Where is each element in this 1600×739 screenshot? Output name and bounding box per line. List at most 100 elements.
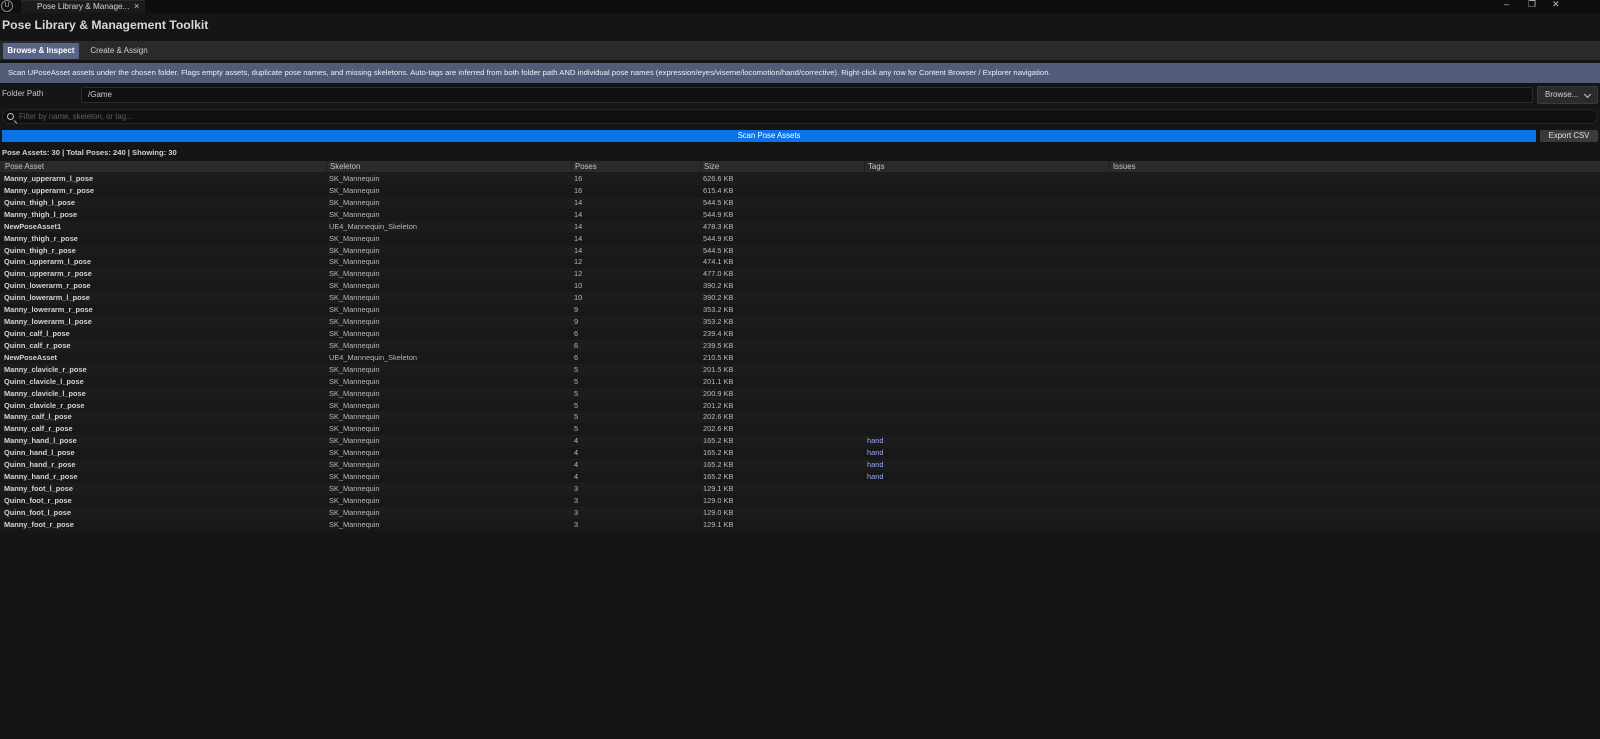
column-header-poses[interactable]: Poses bbox=[571, 161, 700, 173]
pose-count: 10 bbox=[574, 281, 583, 291]
pose-asset-name: Quinn_lowerarm_r_pose bbox=[4, 281, 91, 291]
pose-count: 5 bbox=[574, 364, 579, 374]
asset-size: 390.2 KB bbox=[703, 293, 734, 303]
table-row[interactable]: Quinn_thigh_l_pose SK_Mannequin 14 544.5 KB bbox=[0, 196, 1600, 209]
table-row[interactable]: Manny_lowerarm_l_pose SK_Mannequin 9 353.2 … bbox=[0, 316, 1600, 328]
pose-count: 4 bbox=[574, 460, 579, 470]
table-row[interactable]: Manny_lowerarm_r_pose SK_Mannequin 9 353.2 … bbox=[0, 304, 1600, 317]
table-row[interactable]: Manny_calf_l_pose SK_Mannequin 5 202.6 KB bbox=[0, 411, 1600, 424]
asset-size: 165.2 KB bbox=[703, 472, 734, 482]
table-row[interactable]: Manny_upperarm_r_pose SK_Mannequin 16 615.4… bbox=[0, 184, 1600, 197]
editor-tab[interactable]: Pose Library & Manage... × bbox=[21, 0, 145, 13]
table-row[interactable]: Manny_upperarm_l_pose SK_Mannequin 16 626.6… bbox=[0, 173, 1600, 185]
issues-cell bbox=[1109, 316, 1600, 328]
asset-size: 165.2 KB bbox=[703, 460, 734, 470]
table-row[interactable]: Manny_foot_l_pose SK_Mannequin 3 129.1 KB bbox=[0, 482, 1600, 495]
pose-count: 10 bbox=[574, 293, 583, 303]
pose-count: 3 bbox=[574, 495, 579, 505]
table-row[interactable]: Manny_thigh_l_pose SK_Mannequin 14 544.9 KB bbox=[0, 208, 1600, 221]
table-row[interactable]: Quinn_hand_l_pose SK_Mannequin 4 165.2 KB ha… bbox=[0, 447, 1600, 460]
table-row[interactable]: Quinn_clavicle_l_pose SK_Mannequin 5 201.1 … bbox=[0, 375, 1600, 388]
table-row[interactable]: Quinn_upperarm_l_pose SK_Mannequin 12 474.1… bbox=[0, 256, 1600, 269]
skeleton-name: SK_Mannequin bbox=[329, 185, 380, 195]
tag-label: hand bbox=[867, 436, 884, 446]
issues-cell bbox=[1109, 435, 1600, 447]
column-header-pose-asset[interactable]: Pose Asset bbox=[1, 161, 326, 173]
table-row[interactable]: Manny_thigh_r_pose SK_Mannequin 14 544.9 KB bbox=[0, 232, 1600, 245]
close-icon[interactable]: ✕ bbox=[1552, 0, 1560, 10]
asset-size: 474.1 KB bbox=[703, 257, 734, 267]
tab-browse-inspect[interactable]: Browse & Inspect bbox=[3, 43, 79, 59]
skeleton-name: SK_Mannequin bbox=[329, 257, 380, 267]
minimize-icon[interactable]: – bbox=[1504, 0, 1509, 9]
asset-size: 353.2 KB bbox=[703, 305, 734, 315]
asset-size: 201.5 KB bbox=[703, 364, 734, 374]
table-row[interactable]: Quinn_lowerarm_l_pose SK_Mannequin 10 390.2… bbox=[0, 292, 1600, 305]
table-row[interactable]: Quinn_foot_l_pose SK_Mannequin 3 129.0 KB bbox=[0, 506, 1600, 519]
skeleton-name: SK_Mannequin bbox=[329, 436, 380, 446]
pose-count: 5 bbox=[574, 424, 579, 434]
table-row[interactable]: Quinn_lowerarm_r_pose SK_Mannequin 10 390.2… bbox=[0, 280, 1600, 293]
pose-asset-name: Manny_lowerarm_r_pose bbox=[4, 305, 93, 315]
issues-cell bbox=[1109, 173, 1600, 185]
tab-close-icon[interactable]: × bbox=[134, 1, 139, 11]
folder-path-field[interactable]: /Game bbox=[81, 87, 1533, 103]
asset-size: 201.1 KB bbox=[703, 376, 734, 386]
skeleton-name: SK_Mannequin bbox=[329, 293, 380, 303]
asset-size: 615.4 KB bbox=[703, 185, 734, 195]
issues-cell bbox=[1109, 328, 1600, 340]
table-row[interactable]: Quinn_foot_r_pose SK_Mannequin 3 129.0 KB bbox=[0, 494, 1600, 507]
column-header-issues[interactable]: Issues bbox=[1109, 161, 1600, 173]
skeleton-name: SK_Mannequin bbox=[329, 209, 380, 219]
table-row[interactable]: Manny_clavicle_l_pose SK_Mannequin 5 200.9 … bbox=[0, 387, 1600, 400]
table-row[interactable]: Quinn_thigh_r_pose SK_Mannequin 14 544.5 KB bbox=[0, 244, 1600, 257]
asset-size: 353.2 KB bbox=[703, 317, 734, 327]
table-row[interactable]: Quinn_upperarm_r_pose SK_Mannequin 12 477.0… bbox=[0, 268, 1600, 281]
table-row[interactable]: NewPoseAsset1 UE4_Mannequin_Skeleton 14 478… bbox=[0, 220, 1600, 233]
table-row[interactable]: Quinn_calf_l_pose SK_Mannequin 6 239.4 KB bbox=[0, 327, 1600, 340]
skeleton-name: SK_Mannequin bbox=[329, 340, 380, 350]
pose-asset-name: Manny_lowerarm_l_pose bbox=[4, 317, 92, 327]
asset-size: 202.6 KB bbox=[703, 412, 734, 422]
skeleton-name: SK_Mannequin bbox=[329, 519, 380, 529]
table-row[interactable]: Quinn_clavicle_r_pose SK_Mannequin 5 201.2 … bbox=[0, 399, 1600, 412]
tab-create-assign[interactable]: Create & Assign bbox=[82, 43, 156, 59]
pose-asset-name: Manny_thigh_l_pose bbox=[4, 209, 78, 219]
tab-title: Pose Library & Manage... bbox=[37, 2, 130, 11]
maximize-icon[interactable]: ❐ bbox=[1528, 0, 1536, 10]
asset-size: 478.3 KB bbox=[703, 221, 734, 231]
pose-asset-name: Quinn_upperarm_l_pose bbox=[4, 257, 92, 267]
table-row[interactable]: Quinn_calf_r_pose SK_Mannequin 6 239.5 KB bbox=[0, 339, 1600, 352]
table-row[interactable]: Manny_hand_r_pose SK_Mannequin 4 165.2 KB ha… bbox=[0, 471, 1600, 483]
table-row[interactable]: Manny_foot_r_pose SK_Mannequin 3 129.1 KB bbox=[0, 518, 1600, 531]
skeleton-name: SK_Mannequin bbox=[329, 376, 380, 386]
tag-label bbox=[864, 280, 1109, 292]
pose-count: 12 bbox=[574, 257, 583, 267]
table-row[interactable]: Manny_clavicle_r_pose SK_Mannequin 5 201.5 … bbox=[0, 363, 1600, 376]
export-csv-button[interactable]: Export CSV bbox=[1540, 130, 1598, 142]
column-header-tags[interactable]: Tags bbox=[864, 161, 1109, 173]
table-body: Manny_upperarm_l_pose SK_Mannequin 16 626.6… bbox=[0, 173, 1600, 531]
table-row[interactable]: Quinn_hand_r_pose SK_Mannequin 4 165.2 KB ha… bbox=[0, 459, 1600, 472]
asset-size: 165.2 KB bbox=[703, 436, 734, 446]
filter-bar bbox=[2, 109, 1598, 124]
tag-label bbox=[864, 292, 1109, 304]
browse-button[interactable]: Browse... bbox=[1537, 86, 1598, 104]
tag-label bbox=[864, 328, 1109, 340]
pose-asset-name: Quinn_clavicle_l_pose bbox=[4, 376, 84, 386]
table-row[interactable]: Manny_hand_l_pose SK_Mannequin 4 165.2 KB ha… bbox=[0, 435, 1600, 448]
asset-size: 544.5 KB bbox=[703, 245, 734, 255]
skeleton-name: SK_Mannequin bbox=[329, 281, 380, 291]
table-row[interactable]: Manny_calf_r_pose SK_Mannequin 5 202.6 KB bbox=[0, 423, 1600, 436]
tag-label bbox=[864, 400, 1109, 412]
asset-size: 239.4 KB bbox=[703, 328, 734, 338]
column-header-skeleton[interactable]: Skeleton bbox=[326, 161, 571, 173]
issues-cell bbox=[1109, 256, 1600, 268]
pose-asset-name: Manny_upperarm_r_pose bbox=[4, 185, 94, 195]
column-header-size[interactable]: Size bbox=[700, 161, 864, 173]
pose-count: 4 bbox=[574, 448, 579, 458]
table-row[interactable]: NewPoseAsset UE4_Mannequin_Skeleton 6 210.5… bbox=[0, 351, 1600, 364]
scan-pose-assets-button[interactable]: Scan Pose Assets bbox=[2, 130, 1536, 142]
issues-cell bbox=[1109, 400, 1600, 412]
search-input[interactable] bbox=[19, 110, 1589, 123]
